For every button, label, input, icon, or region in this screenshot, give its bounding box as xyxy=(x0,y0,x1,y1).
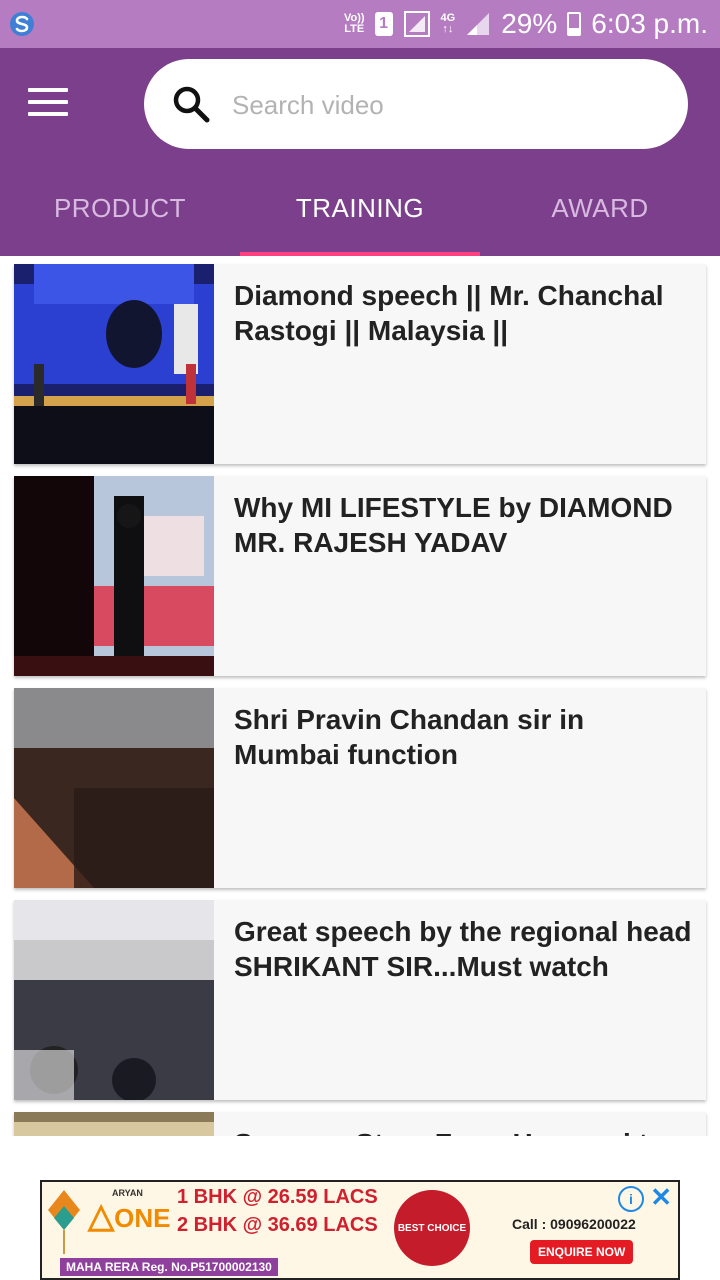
ad-brand-top: ARYAN xyxy=(112,1188,143,1198)
video-thumbnail[interactable] xyxy=(14,1112,214,1136)
search-bar[interactable] xyxy=(144,59,688,149)
volte-indicator: Vo)) LTE xyxy=(344,13,365,35)
video-thumbnail[interactable] xyxy=(14,264,214,464)
search-icon[interactable] xyxy=(172,85,210,123)
battery-level xyxy=(569,28,580,34)
video-thumbnail[interactable] xyxy=(14,688,214,888)
menu-icon[interactable] xyxy=(28,88,68,120)
signal-icon xyxy=(403,11,430,37)
ad-close-icon[interactable]: ✕ xyxy=(650,1184,672,1210)
ad-call-number[interactable]: Call : 09096200022 xyxy=(512,1216,636,1232)
data-activity-arrows: ↑↓ xyxy=(442,23,454,35)
clock: 6:03 p.m. xyxy=(591,8,708,39)
video-card[interactable]: Shri Pravin Chandan sir in Mumbai functi… xyxy=(14,688,706,888)
video-thumbnail[interactable] xyxy=(14,900,214,1100)
ad-brand-logo: ARYAN △ONE xyxy=(88,1188,171,1235)
ad-info-icon[interactable]: i xyxy=(618,1186,644,1212)
video-card[interactable]: Why MI LIFESTYLE by DIAMOND MR. RAJESH Y… xyxy=(14,476,706,676)
video-title[interactable]: Why MI LIFESTYLE by DIAMOND MR. RAJESH Y… xyxy=(234,490,694,560)
video-title[interactable]: Diamond speech || Mr. Chanchal Rastogi |… xyxy=(234,278,694,348)
best-choice-badge: BEST CHOICE xyxy=(394,1190,470,1266)
lte-label: LTE xyxy=(344,23,365,35)
battery-percent: 29% xyxy=(501,8,558,39)
app-notification-icon xyxy=(10,12,34,36)
video-title[interactable]: Shri Pravin Chandan sir in Mumbai functi… xyxy=(234,702,694,772)
status-bar: Vo)) LTE 1 4G ↑↓ 29% 6:03 p.m. xyxy=(0,0,720,48)
network-type-indicator: 4G ↑↓ xyxy=(441,13,456,35)
category-tabs: PRODUCT TRAINING AWARD xyxy=(0,160,720,256)
kite-decoration-icon xyxy=(48,1190,80,1254)
signal-strength-icon xyxy=(467,13,490,35)
enquire-now-button[interactable]: ENQUIRE NOW xyxy=(530,1240,634,1264)
video-title[interactable]: Success Story From Haryanvi to... xyxy=(234,1126,694,1136)
tab-product[interactable]: PRODUCT xyxy=(0,160,240,256)
ad-brand-name: ONE xyxy=(114,1203,171,1233)
video-card[interactable]: Success Story From Haryanvi to... xyxy=(14,1112,706,1136)
ad-offer-2bhk: 2 BHK @ 36.69 LACS xyxy=(177,1214,378,1236)
app-toolbar xyxy=(0,48,720,160)
video-card[interactable]: Diamond speech || Mr. Chanchal Rastogi |… xyxy=(14,264,706,464)
rera-registration: MAHA RERA Reg. No.P51700002130 xyxy=(60,1258,278,1276)
ad-offer-1bhk: 1 BHK @ 26.59 LACS xyxy=(177,1186,378,1208)
battery-icon xyxy=(567,12,582,36)
video-thumbnail[interactable] xyxy=(14,476,214,676)
tab-training[interactable]: TRAINING xyxy=(240,160,480,256)
search-input[interactable] xyxy=(230,79,654,131)
banner-ad[interactable]: ARYAN △ONE 1 BHK @ 26.59 LACS 2 BHK @ 36… xyxy=(40,1180,680,1280)
tab-award[interactable]: AWARD xyxy=(480,160,720,256)
video-title[interactable]: Great speech by the regional head SHRIKA… xyxy=(234,914,694,984)
video-card[interactable]: Great speech by the regional head SHRIKA… xyxy=(14,900,706,1100)
video-list[interactable]: Diamond speech || Mr. Chanchal Rastogi |… xyxy=(0,256,720,1136)
sim-slot-icon: 1 xyxy=(374,12,393,36)
